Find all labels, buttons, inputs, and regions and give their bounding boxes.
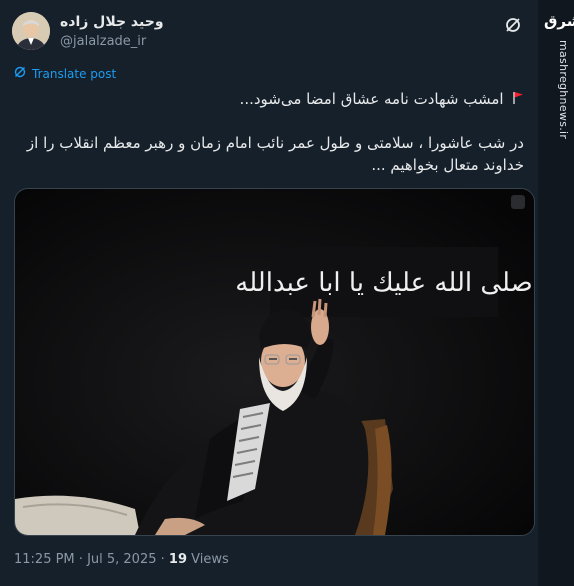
tweet-line-3: خداوند متعال بخواهیم ...: [371, 156, 524, 174]
post-date[interactable]: Jul 5, 2025: [87, 552, 156, 567]
media-banner-text: صلى الله عليك يا ابا عبدالله: [235, 268, 533, 298]
views-label: Views: [187, 552, 229, 567]
watermark-logo: مشرق: [544, 12, 574, 30]
separator: ·: [74, 552, 88, 567]
watermark-sidebar: مشرق mashreghnews.ir: [538, 0, 574, 586]
translate-label: Translate post: [32, 66, 117, 81]
tweet-line-1: امشب شهادت نامه عشاق امضا می‌شود...: [16, 88, 524, 111]
separator: ·: [156, 552, 169, 567]
grok-icon[interactable]: [504, 16, 522, 34]
views-count: 19: [168, 552, 187, 567]
translate-post-link[interactable]: Translate post: [14, 66, 116, 81]
author-name[interactable]: وحید جلال زاده: [60, 14, 164, 30]
tweet-header: وحید جلال زاده @jalalzade_ir: [12, 10, 528, 54]
tweet-line-1-text: امشب شهادت نامه عشاق امضا می‌شود...: [239, 90, 504, 108]
author-handle[interactable]: @jalalzade_ir: [60, 34, 146, 49]
tweet: وحید جلال زاده @jalalzade_ir Translate p…: [0, 0, 538, 586]
media-photo: صلى الله عليك يا ابا عبدالله: [15, 189, 534, 535]
translate-icon: [14, 66, 26, 81]
tweet-line-2: در شب عاشورا ، سلامتی و طول عمر نائب اما…: [26, 134, 524, 152]
red-flag-icon: [508, 92, 524, 108]
tweet-footer: 11:25 PM · Jul 5, 2025 · 19 Views: [14, 552, 229, 567]
watermark-site: mashreghnews.ir: [557, 40, 570, 140]
tweet-media[interactable]: صلى الله عليك يا ابا عبدالله: [14, 188, 535, 536]
avatar[interactable]: [12, 12, 50, 50]
post-time[interactable]: 11:25 PM: [14, 552, 75, 567]
